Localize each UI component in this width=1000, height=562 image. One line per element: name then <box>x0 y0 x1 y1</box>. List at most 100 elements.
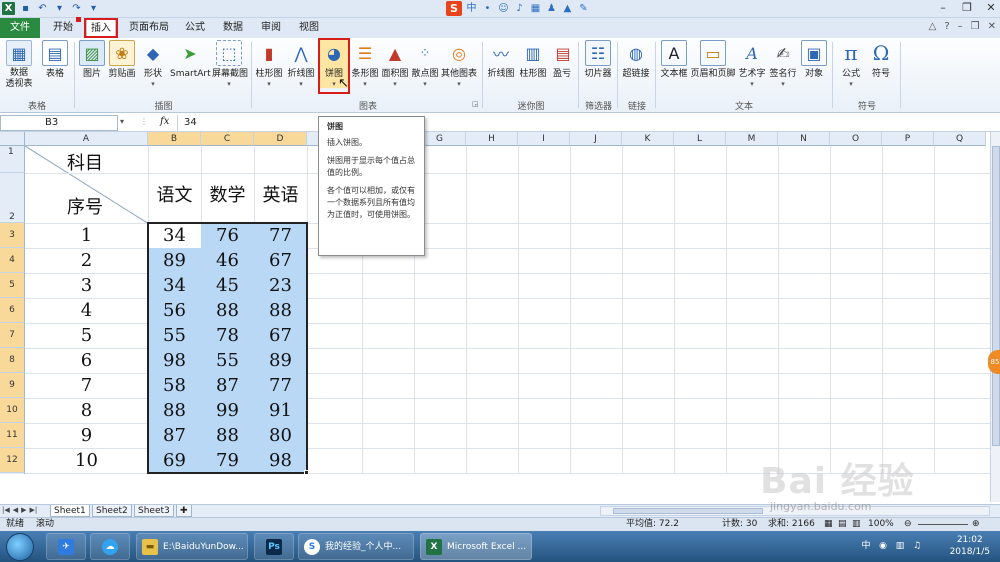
select-all-corner[interactable] <box>0 132 25 146</box>
tab-data[interactable]: 数据 <box>218 18 248 38</box>
other-charts-button[interactable]: ◎ 其他图表 ▾ <box>440 40 478 89</box>
score-cell[interactable]: 55 <box>201 348 254 373</box>
page-break-view-icon[interactable]: ▥ <box>852 518 861 531</box>
row-header-1[interactable]: 1 <box>0 146 25 173</box>
spreadsheet-grid[interactable]: ABCDEFGHIJKLMNOPQ123456789101112131415科目… <box>0 132 990 474</box>
screenshot-button[interactable]: ⬚ 屏幕截图 ▾ <box>212 40 248 88</box>
ime-user-icon[interactable]: ♟ <box>545 2 558 15</box>
score-cell[interactable]: 88 <box>201 298 254 323</box>
row-header-13[interactable]: 13 <box>0 473 25 474</box>
row-header-5[interactable]: 5 <box>0 273 25 298</box>
minimize-icon[interactable]: – <box>936 1 950 14</box>
last-sheet-icon[interactable]: ▶| <box>30 506 38 514</box>
task-app-cloud[interactable]: ☁ <box>90 533 130 560</box>
sheet-tab-2[interactable]: Sheet2 <box>92 505 132 517</box>
score-cell[interactable]: 91 <box>254 398 307 423</box>
column-header-h[interactable]: H <box>466 132 518 146</box>
save-icon[interactable]: ▪ <box>19 2 32 15</box>
ime-punct-icon[interactable]: • <box>481 2 494 15</box>
symbol-button[interactable]: Ω 符号 <box>866 40 896 80</box>
slicer-button[interactable]: ☷ 切片器 <box>583 40 613 80</box>
doc-restore-icon[interactable]: ❐ <box>971 21 980 32</box>
subject-header[interactable]: 英语 <box>254 181 307 211</box>
sogou-logo-icon[interactable]: S <box>446 1 462 16</box>
score-cell[interactable]: 77 <box>254 373 307 398</box>
column-header-n[interactable]: N <box>778 132 830 146</box>
row-index-cell[interactable]: 7 <box>25 373 148 398</box>
page-layout-view-icon[interactable]: ▤ <box>838 518 847 531</box>
score-cell[interactable]: 46 <box>201 248 254 273</box>
row-header-7[interactable]: 7 <box>0 323 25 348</box>
name-box-dropdown-icon[interactable]: ▾ <box>120 117 124 126</box>
score-cell[interactable]: 77 <box>254 223 307 248</box>
score-cell[interactable]: 99 <box>201 398 254 423</box>
task-browser[interactable]: S 我的经验_个人中... <box>298 533 414 560</box>
ime-chinese-icon[interactable]: 中 <box>465 2 478 15</box>
excel-logo-icon[interactable]: X <box>2 2 15 15</box>
qat-menu-icon[interactable]: ▾ <box>87 2 100 15</box>
tab-insert[interactable]: 插入 <box>86 18 116 38</box>
score-cell[interactable]: 69 <box>148 448 201 473</box>
wordart-button[interactable]: A 艺术字 ▾ <box>736 40 768 89</box>
start-button[interactable] <box>6 533 34 561</box>
column-header-i[interactable]: I <box>518 132 570 146</box>
score-cell[interactable]: 87 <box>201 373 254 398</box>
shapes-button[interactable]: ◆ 形状 ▾ <box>140 40 166 89</box>
ime-emoji-icon[interactable]: ☺ <box>497 2 510 15</box>
score-cell[interactable]: 98 <box>254 448 307 473</box>
formula-input[interactable]: 34 <box>177 115 990 131</box>
redo-icon[interactable]: ↷ <box>70 2 83 15</box>
column-header-p[interactable]: P <box>882 132 934 146</box>
row-header-12[interactable]: 12 <box>0 448 25 473</box>
score-cell[interactable]: 76 <box>201 223 254 248</box>
scatter-chart-button[interactable]: ⁘ 散点图 ▾ <box>410 40 440 89</box>
score-cell[interactable]: 45 <box>201 273 254 298</box>
row-header-10[interactable]: 10 <box>0 398 25 423</box>
row-index-cell[interactable]: 5 <box>25 323 148 348</box>
customize-icon[interactable]: ▾ <box>53 2 66 15</box>
doc-close-icon[interactable]: ✕ <box>988 21 996 32</box>
sparkline-winloss-button[interactable]: ▤ 盈亏 <box>550 40 574 80</box>
next-sheet-icon[interactable]: ▶ <box>21 506 26 514</box>
zoom-level[interactable]: 100% <box>868 518 894 531</box>
score-cell[interactable]: 79 <box>201 448 254 473</box>
row-index-cell[interactable]: 4 <box>25 298 148 323</box>
column-chart-button[interactable]: ▮ 柱形图 ▾ <box>254 40 284 89</box>
ime-mic-icon[interactable]: ♪ <box>513 2 526 15</box>
signature-line-button[interactable]: ✍ 签名行 ▾ <box>768 40 798 89</box>
normal-view-icon[interactable]: ▦ <box>824 518 833 531</box>
sparkline-line-button[interactable]: 〰 折线图 <box>486 40 516 80</box>
pivot-table-button[interactable]: ▦ 数据 透视表 <box>4 40 34 90</box>
score-cell[interactable]: 56 <box>148 298 201 323</box>
first-sheet-icon[interactable]: |◀ <box>2 506 10 514</box>
header-footer-button[interactable]: ▭ 页眉和页脚 <box>690 40 736 80</box>
sparkline-column-button[interactable]: ▥ 柱形图 <box>518 40 548 80</box>
fill-handle[interactable] <box>304 470 309 474</box>
score-cell[interactable]: 87 <box>148 423 201 448</box>
object-button[interactable]: ▣ 对象 <box>800 40 828 80</box>
score-cell[interactable]: 78 <box>201 323 254 348</box>
doc-minimize-icon[interactable]: – <box>958 21 963 32</box>
ime-skin-icon[interactable]: ▲ <box>561 2 574 15</box>
task-app-feishu[interactable]: ✈ <box>46 533 86 560</box>
column-header-b[interactable]: B <box>148 132 201 146</box>
ime-tray-icon[interactable]: 中 <box>860 540 872 552</box>
insert-function-icon[interactable]: fx <box>160 116 169 127</box>
score-cell[interactable]: 88 <box>148 398 201 423</box>
row-header-9[interactable]: 9 <box>0 373 25 398</box>
restore-icon[interactable]: ❐ <box>960 1 974 14</box>
tab-review[interactable]: 审阅 <box>256 18 286 38</box>
row-header-3[interactable]: 3 <box>0 223 25 248</box>
horizontal-scroll-thumb[interactable] <box>613 508 763 514</box>
score-cell[interactable]: 89 <box>254 348 307 373</box>
sheet-tab-3[interactable]: Sheet3 <box>134 505 174 517</box>
taskbar-clock[interactable]: 21:02 2018/1/5 <box>950 534 990 558</box>
score-cell[interactable]: 88 <box>254 298 307 323</box>
vertical-scrollbar[interactable] <box>990 132 1000 502</box>
side-float-badge[interactable]: 85 <box>988 350 1000 374</box>
column-header-j[interactable]: J <box>570 132 622 146</box>
task-photoshop[interactable]: Ps <box>254 533 294 560</box>
column-header-o[interactable]: O <box>830 132 882 146</box>
tab-formulas[interactable]: 公式 <box>180 18 210 38</box>
network-icon[interactable]: ▥ <box>894 540 906 552</box>
